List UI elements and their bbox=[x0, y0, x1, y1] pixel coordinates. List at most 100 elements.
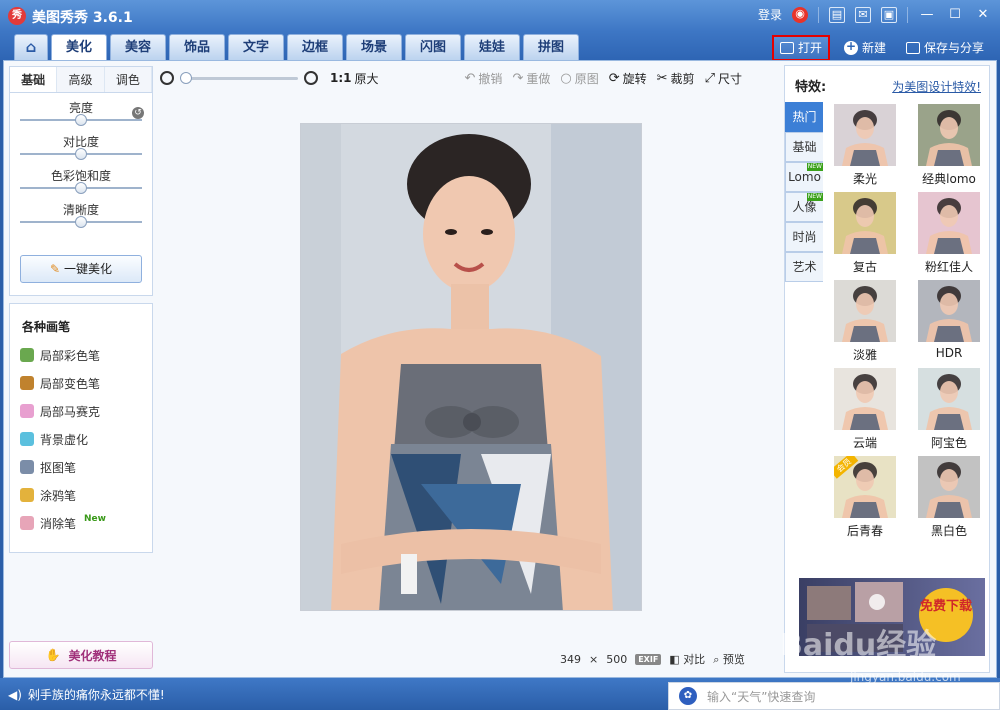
category-label: Lomo bbox=[788, 170, 821, 184]
close-button[interactable]: ✕ bbox=[974, 7, 992, 23]
download-ad-banner[interactable]: 免费下载 bbox=[799, 578, 985, 656]
brightness-slider[interactable]: 亮度 bbox=[20, 93, 142, 127]
tab-collage[interactable]: 拼图 bbox=[523, 34, 579, 60]
tab-text[interactable]: 文字 bbox=[228, 34, 284, 60]
login-link[interactable]: 登录 bbox=[758, 6, 782, 23]
original-button[interactable]: ○ 原图 bbox=[560, 70, 598, 87]
sharpness-slider[interactable]: 清晰度 bbox=[20, 195, 142, 229]
brush-mosaic[interactable]: 局部马赛克 bbox=[10, 397, 152, 425]
tab-home[interactable]: ⌂ bbox=[14, 34, 48, 60]
blur-icon bbox=[20, 432, 34, 446]
effect-thumbnail bbox=[834, 192, 896, 254]
effect-thumbnail bbox=[918, 456, 980, 518]
message-icon[interactable]: ✉ bbox=[855, 6, 871, 23]
tab-frame[interactable]: 边框 bbox=[287, 34, 343, 60]
eraser-icon bbox=[20, 516, 34, 530]
exif-button[interactable]: EXIF bbox=[635, 653, 662, 665]
effect-item[interactable]: 会员 后青春 bbox=[827, 454, 903, 542]
effect-item[interactable]: 云端 bbox=[827, 366, 903, 454]
tab-advanced[interactable]: 高级 bbox=[57, 67, 105, 92]
effect-item[interactable]: 复古 bbox=[827, 190, 903, 278]
effect-item[interactable]: HDR bbox=[911, 278, 987, 366]
category-portrait[interactable]: 人像 NEW bbox=[785, 192, 823, 222]
brush-local-recolor[interactable]: 局部变色笔 bbox=[10, 369, 152, 397]
beautify-tutorial-button[interactable]: ✋ 美化教程 bbox=[9, 641, 153, 669]
rotate-icon: ⟳ bbox=[608, 70, 620, 86]
maximize-button[interactable]: ☐ bbox=[946, 7, 964, 23]
canvas-toolbar: 1:1 原大 ↶ 撤销 ↷ 重做 ○ 原图 ⟳ 旋转 ✂ 裁剪 ⤢ 尺寸 bbox=[160, 67, 780, 89]
canvas-area bbox=[160, 95, 780, 645]
slider-knob[interactable] bbox=[75, 114, 87, 126]
effect-label: 云端 bbox=[852, 436, 877, 450]
actual-size-button[interactable]: 1:1 原大 bbox=[330, 70, 379, 87]
design-effects-link[interactable]: 为美图设计特效! bbox=[892, 78, 981, 95]
zoom-slider[interactable] bbox=[180, 71, 298, 84]
category-hot[interactable]: 热门 bbox=[785, 102, 823, 132]
thumbnail-portrait bbox=[926, 462, 972, 518]
free-download-badge: 免费下载 bbox=[919, 588, 973, 642]
compare-button[interactable]: ◧ 对比 bbox=[669, 651, 705, 667]
category-lomo[interactable]: Lomo NEW bbox=[785, 162, 823, 192]
effect-label: 淡雅 bbox=[852, 348, 877, 362]
skin-icon[interactable]: ▤ bbox=[829, 6, 845, 23]
category-fashion[interactable]: 时尚 bbox=[785, 222, 823, 252]
tab-basic[interactable]: 基础 bbox=[10, 67, 58, 92]
news-ticker[interactable]: ◀) 剁手族的痛你永远都不懂! bbox=[8, 686, 165, 703]
effect-item[interactable]: 阿宝色 bbox=[911, 366, 987, 454]
save-share-button[interactable]: 保存与分享 bbox=[900, 37, 990, 59]
effect-item[interactable]: 淡雅 bbox=[827, 278, 903, 366]
nav-tabs: ⌂ 美化 美容 饰品 文字 边框 场景 闪图 娃娃 拼图 bbox=[14, 34, 579, 60]
slider-knob[interactable] bbox=[75, 216, 87, 228]
preview-button[interactable]: ⌕ 预览 bbox=[713, 651, 745, 667]
contrast-slider[interactable]: 对比度 bbox=[20, 127, 142, 161]
weibo-icon[interactable]: ◉ bbox=[792, 6, 808, 23]
preview-label: 预览 bbox=[722, 653, 745, 666]
zoom-knob[interactable] bbox=[180, 71, 192, 84]
slider-knob[interactable] bbox=[75, 182, 87, 194]
effect-categories: 热门 基础 Lomo NEW 人像 NEW 时尚 艺术 bbox=[785, 102, 823, 282]
open-button[interactable]: 打开 bbox=[771, 35, 830, 61]
tab-accessories[interactable]: 饰品 bbox=[169, 34, 225, 60]
effect-item[interactable]: 经典lomo bbox=[911, 102, 987, 190]
effect-item[interactable]: 黑白色 bbox=[911, 454, 987, 542]
effect-item[interactable]: 粉红佳人 bbox=[911, 190, 987, 278]
zoom-in-icon[interactable] bbox=[304, 71, 318, 85]
search-box[interactable]: ✿ 输入“天气”快速查询 bbox=[668, 682, 1000, 710]
menu-icon[interactable]: ▣ bbox=[881, 6, 897, 23]
undo-button[interactable]: ↶ 撤销 bbox=[465, 70, 503, 87]
tab-flash[interactable]: 闪图 bbox=[405, 34, 461, 60]
category-art[interactable]: 艺术 bbox=[785, 252, 823, 282]
open-label: 打开 bbox=[797, 41, 822, 55]
tab-face[interactable]: 美容 bbox=[110, 34, 166, 60]
saturation-slider[interactable]: 色彩饱和度 bbox=[20, 161, 142, 195]
thumbnail-portrait bbox=[842, 286, 888, 342]
rotate-button[interactable]: ⟳ 旋转 bbox=[609, 70, 647, 87]
brush-doodle[interactable]: 涂鸦笔 bbox=[10, 481, 152, 509]
brush-eraser[interactable]: 消除笔 New bbox=[10, 509, 152, 537]
redo-button[interactable]: ↷ 重做 bbox=[512, 70, 550, 87]
tab-doll[interactable]: 娃娃 bbox=[464, 34, 520, 60]
tab-beautify[interactable]: 美化 bbox=[51, 34, 107, 60]
category-basic[interactable]: 基础 bbox=[785, 132, 823, 162]
zoom-out-icon[interactable] bbox=[160, 71, 174, 85]
brush-local-color[interactable]: 局部彩色笔 bbox=[10, 341, 152, 369]
tab-color[interactable]: 调色 bbox=[104, 67, 152, 92]
minimize-button[interactable]: — bbox=[918, 7, 936, 23]
tab-scene[interactable]: 场景 bbox=[346, 34, 402, 60]
one-click-beautify-button[interactable]: ✎ 一键美化 bbox=[20, 255, 142, 283]
title-bar-controls: 登录 ◉ ▤ ✉ ▣ — ☐ ✕ bbox=[758, 6, 992, 23]
search-placeholder: 输入“天气”快速查询 bbox=[707, 689, 816, 704]
new-button[interactable]: + 新建 bbox=[838, 37, 892, 59]
brush-cutout[interactable]: 抠图笔 bbox=[10, 453, 152, 481]
crop-button[interactable]: ✂ 裁剪 bbox=[657, 70, 695, 87]
new-badge: NEW bbox=[806, 163, 823, 171]
thumbnail-portrait bbox=[926, 374, 972, 430]
resize-button[interactable]: ⤢ 尺寸 bbox=[705, 70, 742, 87]
photo-canvas[interactable] bbox=[300, 123, 642, 611]
effects-grid: 柔光 经典lomo 复古 粉红佳人淡雅 HDR 云端 阿宝色 会员 后青春 黑白色 bbox=[827, 102, 987, 542]
portrait-image bbox=[301, 124, 641, 610]
brush-background-blur[interactable]: 背景虚化 bbox=[10, 425, 152, 453]
effects-title: 特效: bbox=[795, 80, 827, 95]
slider-knob[interactable] bbox=[75, 148, 87, 160]
effect-item[interactable]: 柔光 bbox=[827, 102, 903, 190]
